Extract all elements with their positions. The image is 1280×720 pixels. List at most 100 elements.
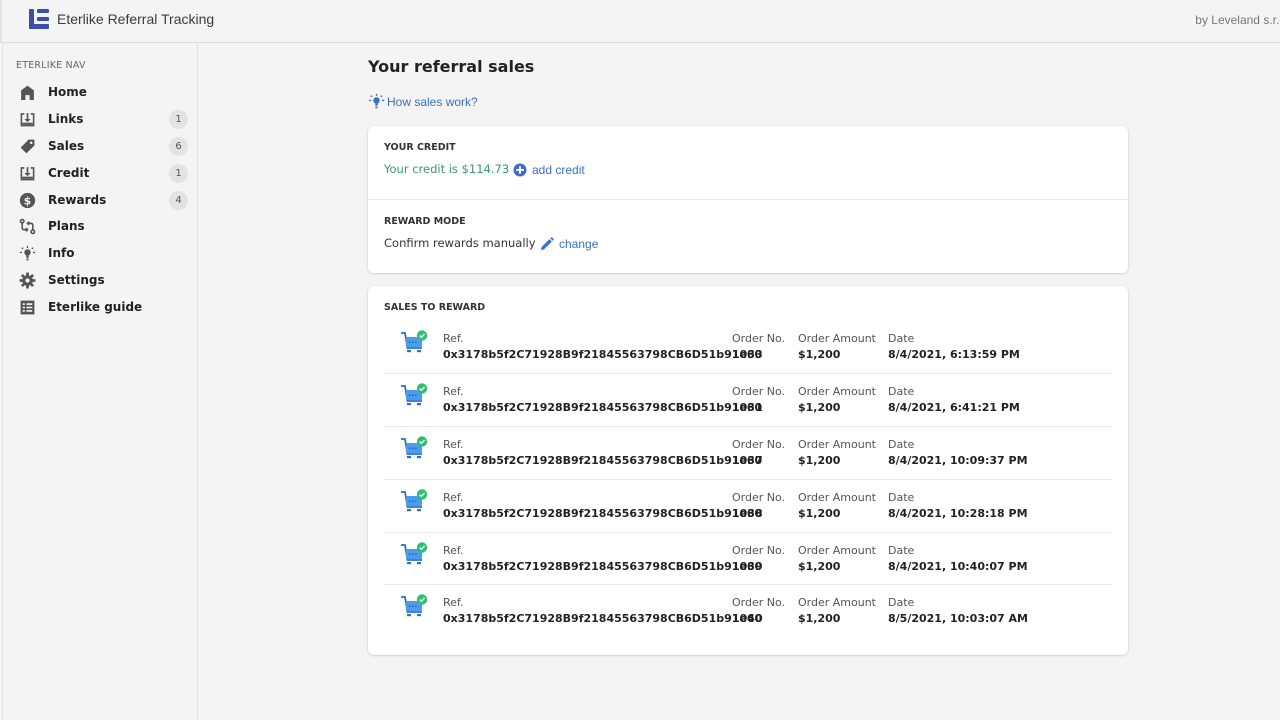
download-tray-icon xyxy=(20,166,35,181)
sidebar-item-label: Eterlike guide xyxy=(48,300,143,315)
cart-check-icon xyxy=(401,488,428,511)
date-cell: Date 8/4/2021, 10:28:18 PM xyxy=(888,490,1028,522)
order-value: 1038 xyxy=(732,506,763,520)
ref-value: 0x3178b5f2C71928B9f21845563798CB6D51b91e… xyxy=(443,453,763,467)
pencil-icon xyxy=(541,237,554,250)
help-link-label: How sales work? xyxy=(387,94,478,109)
sale-row: Ref. 0x3178b5f2C71928B9f21845563798CB6D5… xyxy=(384,533,1112,586)
ref-value: 0x3178b5f2C71928B9f21845563798CB6D51b91e… xyxy=(443,400,763,414)
nav-heading: ETERLIKE NAV xyxy=(16,60,86,71)
settings-card: YOUR CREDIT Your credit is $114.73 add c… xyxy=(368,126,1128,273)
sales-card: SALES TO REWARD Ref. 0x3178b5f2C71928B9f… xyxy=(368,286,1128,655)
ref-cell: Ref. 0x3178b5f2C71928B9f21845563798CB6D5… xyxy=(443,437,762,469)
amount-value: $1,200 xyxy=(798,453,841,467)
sale-row: Ref. 0x3178b5f2C71928B9f21845563798CB6D5… xyxy=(384,480,1112,533)
sidebar-item-label: Settings xyxy=(48,273,105,288)
ref-label: Ref. xyxy=(443,490,464,504)
date-label: Date xyxy=(888,384,915,398)
eterlike-logo-icon xyxy=(29,9,49,29)
sidebar-item-links[interactable]: Links 1 xyxy=(3,106,199,133)
cart-check-icon xyxy=(401,436,428,458)
count-badge: 1 xyxy=(169,109,188,129)
sale-row: Ref. 0x3178b5f2C71928B9f21845563798CB6D5… xyxy=(384,321,1112,374)
sidebar-item-eterlike-guide[interactable]: Eterlike guide xyxy=(3,294,199,321)
sidebar-item-rewards[interactable]: $ Rewards 4 xyxy=(3,187,199,214)
add-credit-button[interactable]: add credit xyxy=(513,163,585,177)
sidebar-item-label: Sales xyxy=(48,138,85,153)
order-cell: Order No. 1037 xyxy=(732,437,785,469)
how-sales-work-link[interactable]: How sales work? xyxy=(368,93,478,110)
sidebar-item-label: Plans xyxy=(48,219,85,234)
sale-row: Ref. 0x3178b5f2C71928B9f21845563798CB6D5… xyxy=(384,374,1112,427)
order-label: Order No. xyxy=(732,332,786,345)
amount-value: $1,200 xyxy=(798,400,841,414)
date-value: 8/4/2021, 10:40:07 PM xyxy=(888,559,1028,573)
order-label: Order No. xyxy=(732,384,786,398)
order-cell: Order No. 1039 xyxy=(732,543,785,575)
ref-value: 0x3178b5f2C71928B9f21845563798CB6D51b91e… xyxy=(443,612,763,626)
count-badge: 1 xyxy=(169,163,188,183)
amount-value: $1,200 xyxy=(798,348,841,361)
sidebar-item-info[interactable]: Info xyxy=(3,240,199,267)
ref-cell: Ref. 0x3178b5f2C71928B9f21845563798CB6D5… xyxy=(443,490,762,522)
reward-mode-value: Confirm rewards manually xyxy=(384,236,536,250)
add-credit-label: add credit xyxy=(532,163,585,177)
count-badge: 6 xyxy=(169,136,188,156)
amount-label: Order Amount xyxy=(798,384,876,398)
sidebar-item-settings[interactable]: Settings xyxy=(3,267,199,294)
list-icon xyxy=(20,300,35,315)
lightbulb-icon xyxy=(19,246,36,261)
ref-label: Ref. xyxy=(443,596,464,610)
sidebar-item-sales[interactable]: Sales 6 xyxy=(3,133,199,160)
date-cell: Date 8/4/2021, 6:13:59 PM xyxy=(888,331,1020,363)
order-value: 1031 xyxy=(732,400,763,414)
order-label: Order No. xyxy=(732,596,786,610)
sidebar-item-label: Credit xyxy=(48,165,90,180)
sidebar-item-credit[interactable]: Credit 1 xyxy=(3,160,199,187)
date-label: Date xyxy=(888,332,915,345)
swap-arrows-icon xyxy=(19,219,36,235)
nav-list: Home Links 1 Sales 6 Credit 1 $ Rewards … xyxy=(3,79,199,321)
amount-value: $1,200 xyxy=(798,612,841,626)
amount-label: Order Amount xyxy=(798,437,876,451)
amount-label: Order Amount xyxy=(798,543,876,557)
plus-circle-icon xyxy=(513,163,527,177)
date-value: 8/4/2021, 6:41:21 PM xyxy=(888,400,1020,414)
ref-value: 0x3178b5f2C71928B9f21845563798CB6D51b91e… xyxy=(443,506,763,520)
svg-text:$: $ xyxy=(24,194,31,207)
date-value: 8/4/2021, 10:28:18 PM xyxy=(888,506,1028,520)
amount-label: Order Amount xyxy=(798,490,876,504)
ref-cell: Ref. 0x3178b5f2C71928B9f21845563798CB6D5… xyxy=(443,331,762,363)
amount-label: Order Amount xyxy=(798,596,876,610)
ref-label: Ref. xyxy=(443,384,464,398)
ref-value: 0x3178b5f2C71928B9f21845563798CB6D51b91e… xyxy=(443,348,763,361)
change-reward-mode-button[interactable]: change xyxy=(540,237,598,251)
home-icon xyxy=(21,85,34,100)
amount-cell: Order Amount $1,200 xyxy=(798,384,876,416)
order-cell: Order No. 1038 xyxy=(732,490,785,522)
sidebar-item-plans[interactable]: Plans xyxy=(3,213,199,240)
ref-cell: Ref. 0x3178b5f2C71928B9f21845563798CB6D5… xyxy=(443,384,762,416)
sidebar-item-label: Links xyxy=(48,111,84,126)
amount-cell: Order Amount $1,200 xyxy=(798,331,876,363)
sidebar-item-label: Info xyxy=(48,246,75,261)
amount-cell: Order Amount $1,200 xyxy=(798,595,876,627)
cart-check-icon xyxy=(401,383,428,406)
date-cell: Date 8/4/2021, 10:09:37 PM xyxy=(888,437,1028,469)
sidebar-item-label: Home xyxy=(48,85,87,99)
date-value: 8/5/2021, 10:03:07 AM xyxy=(888,612,1028,626)
sidebar-item-home[interactable]: Home xyxy=(3,79,199,106)
date-value: 8/4/2021, 10:09:37 PM xyxy=(888,453,1028,467)
date-cell: Date 8/4/2021, 6:41:21 PM xyxy=(888,384,1020,416)
order-value: 1040 xyxy=(732,612,763,626)
cart-check-icon xyxy=(401,541,428,564)
amount-label: Order Amount xyxy=(798,332,876,345)
ref-label: Ref. xyxy=(443,543,464,557)
cart-check-icon xyxy=(401,594,428,617)
date-label: Date xyxy=(888,596,915,610)
credit-amount: Your credit is $114.73 xyxy=(384,162,510,176)
credit-heading: YOUR CREDIT xyxy=(384,142,456,153)
date-value: 8/4/2021, 6:13:59 PM xyxy=(888,348,1020,361)
page-title: Your referral sales xyxy=(368,57,535,76)
amount-value: $1,200 xyxy=(798,559,841,573)
